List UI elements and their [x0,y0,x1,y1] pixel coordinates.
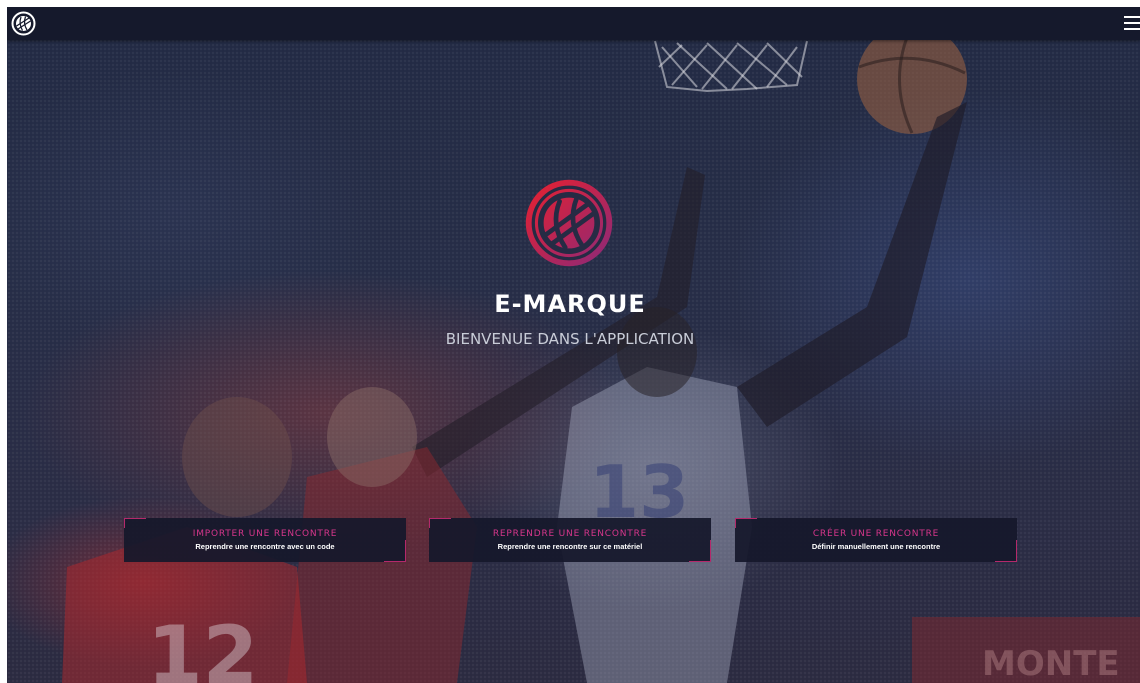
svg-text:MONTE: MONTE [982,644,1120,683]
basketball-logo-icon[interactable] [11,11,36,36]
hamburger-menu-icon[interactable] [1124,15,1140,31]
e-marque-logo-icon [525,179,613,267]
top-navbar [7,7,1140,40]
create-match-button[interactable]: CRÉER UNE RENCONTRE Définir manuellement… [735,518,1017,562]
create-match-title: CRÉER UNE RENCONTRE [812,529,940,539]
import-match-button[interactable]: IMPORTER UNE RENCONTRE Reprendre une ren… [124,518,406,562]
player-arm-right [737,102,967,427]
resume-match-button[interactable]: REPRENDRE UNE RENCONTRE Reprendre une re… [429,518,711,562]
resume-match-description: Reprendre une rencontre sur ce matériel [497,542,643,551]
import-match-description: Reprendre une rencontre avec un code [195,542,335,551]
welcome-subtitle: BIENVENUE DANS L'APPLICATION [445,330,695,348]
create-match-description: Définir manuellement une rencontre [811,542,941,551]
basketball-net [654,40,808,93]
app-title: E-MARQUE [494,290,646,318]
svg-text:12: 12 [147,609,258,683]
resume-match-title: REPRENDRE UNE RENCONTRE [492,529,648,539]
import-match-title: IMPORTER UNE RENCONTRE [192,529,338,539]
